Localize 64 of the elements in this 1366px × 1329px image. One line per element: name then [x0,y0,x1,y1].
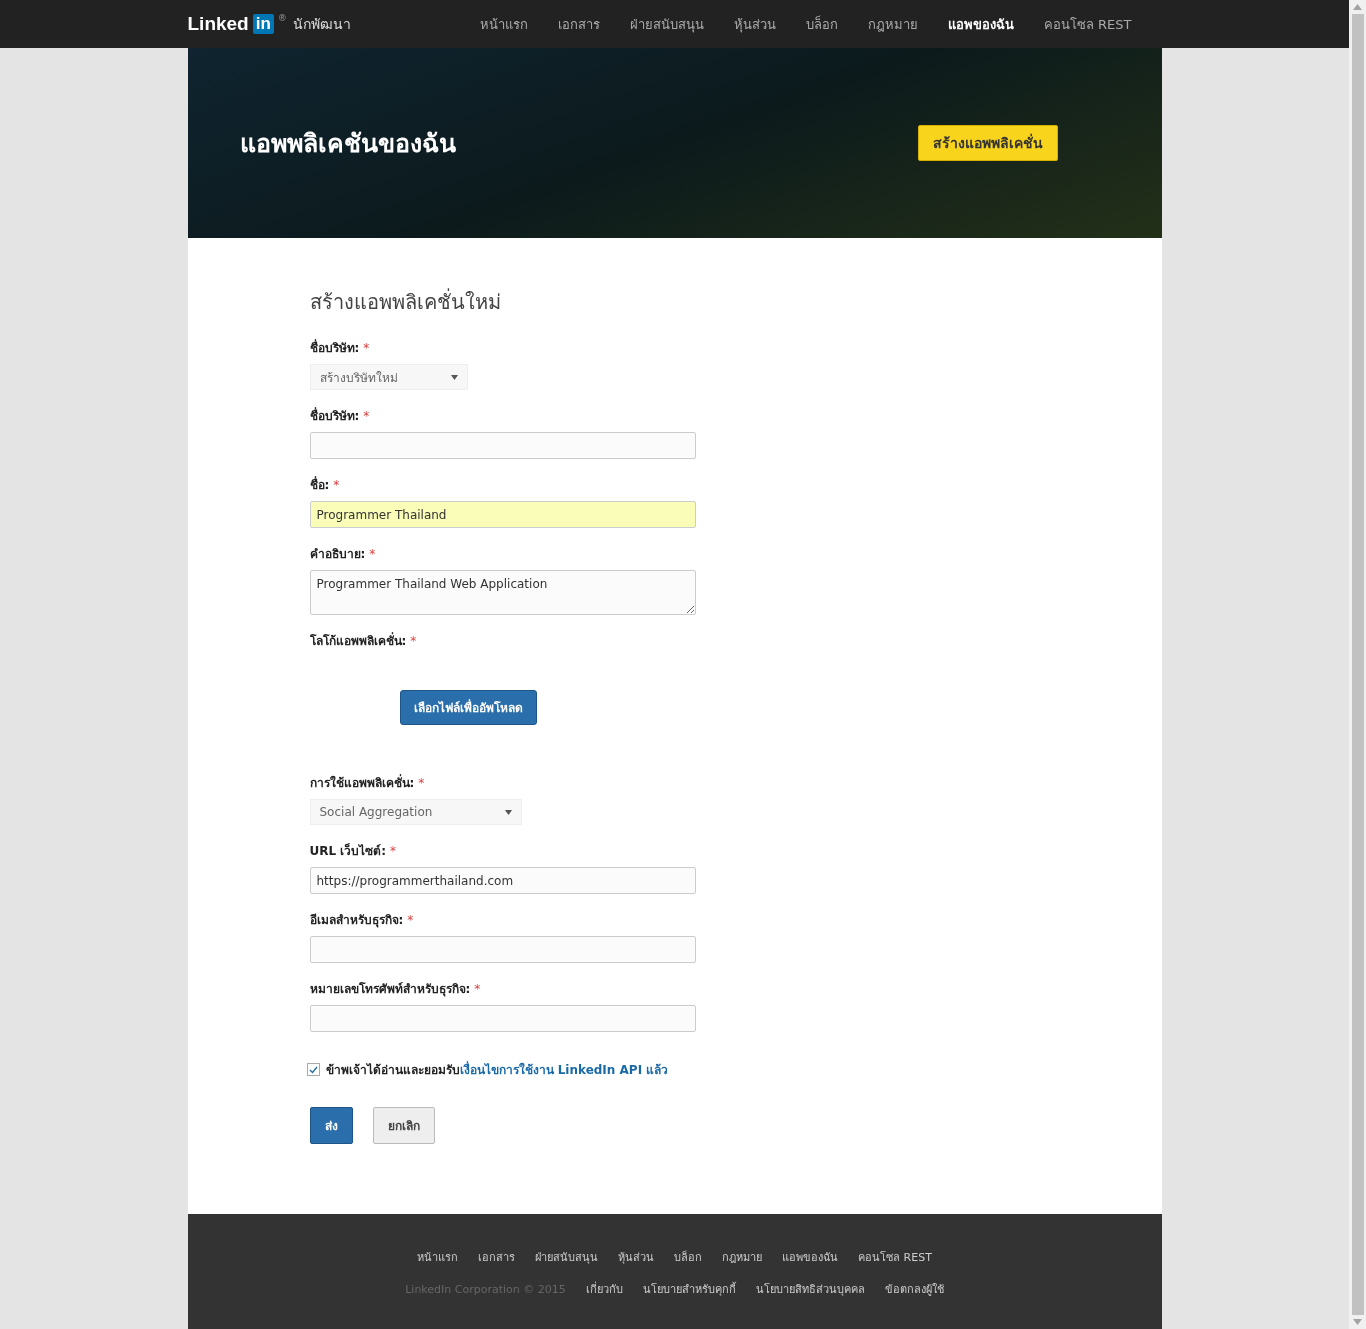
input-field[interactable] [309,936,696,963]
select-field[interactable]: สร้างบริษัทใหม่ [309,364,468,390]
checkbox[interactable] [306,1063,320,1076]
site-subtitle: นักพัฒนา [292,15,351,34]
footer-link[interactable]: เกี่ยวกับ [585,1280,623,1298]
select-field[interactable]: Social Aggregation [309,799,522,825]
nav-link[interactable]: เอกสาร [557,13,600,35]
footer-link[interactable]: นโยบายสำหรับคุกกี้ [642,1280,736,1298]
required-mark: * [418,776,425,790]
nav-link[interactable]: กฎหมาย [867,13,918,35]
nav-link[interactable]: แอพของฉัน [947,13,1014,35]
caret-icon [504,809,512,815]
required-mark: * [390,844,397,858]
nav-link[interactable]: หน้าแรก [479,13,528,35]
required-mark: * [474,982,481,996]
nav-link[interactable]: ฝ่ายสนับสนุน [629,13,704,35]
field-label: การใช้แอพพลิเคชั่น: * [309,773,426,792]
field-label: โลโก้แอพพลิเคชั่น: * [309,631,418,650]
footer-link[interactable]: คอนโซล REST [858,1248,932,1266]
create-app-button[interactable]: สร้างแอพพลิเคชั่น [917,125,1058,161]
footer-link[interactable]: ฝ่ายสนับสนุน [535,1248,599,1266]
nav-link[interactable]: คอนโซล REST [1043,13,1132,35]
field-label: หมายเลขโทรศัพท์สำหรับธุรกิจ: * [309,981,482,998]
field-label: ชื่อบริษัท: * [309,338,371,357]
logo-text[interactable]: Linked [187,13,249,35]
input-field[interactable]: https://programmerthailand.com [309,867,696,894]
footer-link[interactable]: บล็อก [674,1248,703,1266]
field-label: คำอธิบาย: * [309,546,377,563]
required-mark: * [363,341,370,355]
submit-button[interactable]: ส่ง [309,1107,353,1144]
input-field[interactable] [309,432,696,459]
field-label: ชื่อบริษัท: * [309,406,371,425]
nav-link[interactable]: บล็อก [805,13,838,35]
field-label: อีเมลสำหรับธุรกิจ: * [309,912,415,929]
scroll-down-icon[interactable] [1353,1319,1362,1325]
footer-link[interactable]: แอพของฉัน [782,1248,839,1266]
footer-link[interactable]: หน้าแรก [417,1248,459,1266]
required-mark: * [363,409,370,423]
required-mark: * [369,547,376,561]
logo-badge[interactable]: in [252,14,274,34]
page-title: แอพพลิเคชันของฉัน [239,128,456,160]
terms-link[interactable]: เงื่อนไขการใช้งาน LinkedIn API แล้ว [459,1063,669,1077]
field-label: URL เว็บไซต์: * [309,842,398,860]
scrollbar[interactable] [1349,0,1366,1329]
nav-link[interactable]: หุ้นส่วน [733,13,776,35]
agreement-text: ข้าพเจ้าได้อ่านและยอมรับเงื่อนไขการใช้งาน LinkedIn API แล้ว [325,1060,669,1079]
required-mark: * [407,913,414,927]
input-field[interactable]: Programmer Thailand [309,501,696,528]
upload-button[interactable]: เลือกไฟล์เพื่ออัพโหลด [399,689,537,725]
required-mark: * [333,478,340,492]
text-area[interactable]: Programmer Thailand Web Application [309,570,696,615]
footer-link[interactable]: หุ้นส่วน [618,1248,655,1266]
input-field[interactable] [309,1005,696,1032]
footer-link[interactable]: เอกสาร [478,1248,516,1266]
form-heading: สร้างแอพพลิเคชั่นใหม่ [309,287,502,316]
cancel-button[interactable]: ยกเลิก [372,1107,435,1144]
footer-link[interactable]: กฎหมาย [722,1248,763,1266]
footer-link[interactable]: นโยบายสิทธิส่วนบุคคล [755,1280,865,1298]
caret-icon [450,374,458,380]
registered-mark: ® [277,13,287,23]
scroll-up-icon[interactable] [1353,4,1362,10]
field-label: ชื่อ: * [309,475,341,494]
required-mark: * [410,634,417,648]
footer-link[interactable]: ข้อตกลงผู้ใช้ [884,1280,944,1298]
